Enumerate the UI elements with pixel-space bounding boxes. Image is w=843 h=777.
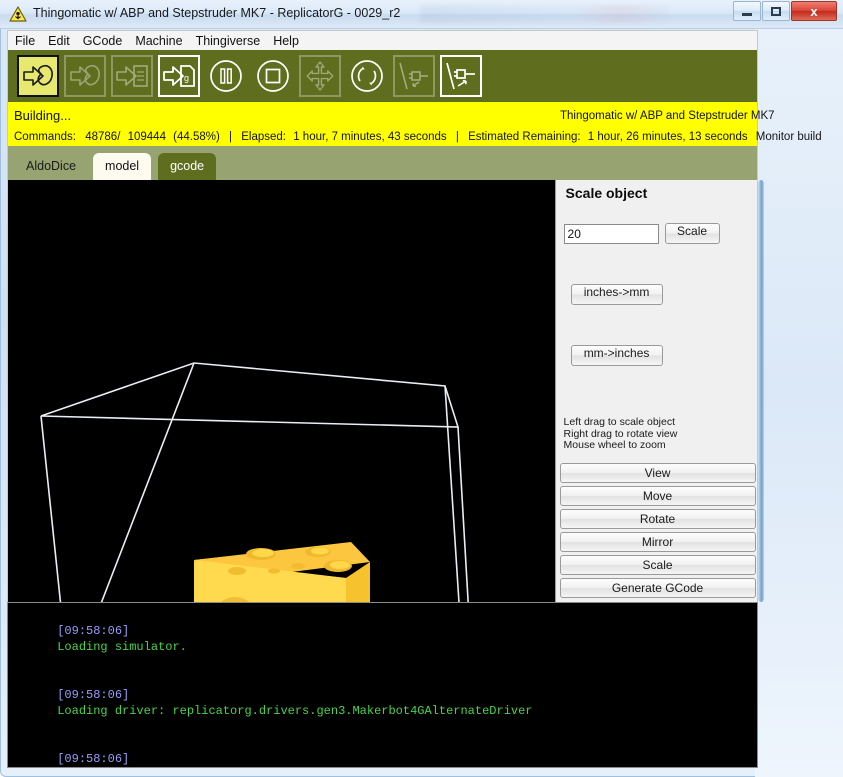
log-line: [09:58:06] Loading driver: replicatorg.d… [14, 671, 757, 735]
scale-apply-button[interactable]: Scale [664, 223, 720, 244]
elapsed-label: Elapsed: [241, 131, 287, 143]
menu-item-thingiverse[interactable]: Thingiverse [196, 33, 268, 49]
divider-1: | [229, 131, 233, 143]
arrow-into-blob-disabled-icon [69, 61, 101, 91]
circular-arrows-icon [349, 58, 385, 94]
scale-mode-button[interactable]: Scale [559, 555, 756, 575]
model-viewport[interactable] [8, 180, 555, 602]
scrollbar-thumb[interactable] [758, 180, 764, 602]
window-controls: x [733, 1, 837, 21]
arrow-into-blob-icon [22, 61, 54, 91]
menu-item-gcode[interactable]: GCode [83, 33, 130, 49]
window-title: Thingomatic w/ ABP and Stepstruder MK7 -… [33, 6, 401, 20]
log-message: Loading driver: replicatorg.drivers.gen3… [57, 704, 533, 718]
close-icon: x [810, 3, 818, 19]
log-line: [09:58:06] Building... [14, 735, 757, 767]
panel-title: Scale object [565, 185, 648, 201]
four-way-arrows-icon [303, 60, 337, 92]
scale-object-panel: Scale object Scale inches->mm mm->inches… [554, 180, 757, 602]
window-vertical-scrollbar[interactable] [758, 180, 764, 602]
mode-button-group: View Move Rotate Mirror Scale Generate G… [559, 463, 756, 601]
divider-2: | [455, 131, 459, 143]
maximize-icon [771, 6, 781, 16]
warning-triangle-icon [9, 5, 27, 23]
commands-label: Commands: [14, 131, 76, 143]
viewport-hint-text: Left drag to scale object Right drag to … [563, 416, 678, 452]
maximize-button[interactable] [762, 1, 790, 21]
rotate-mode-button[interactable]: Rotate [559, 509, 756, 529]
build-to-file-button[interactable] [64, 55, 106, 97]
move-mode-button[interactable]: Move [559, 486, 756, 506]
remaining-label: Estimated Remaining: [468, 131, 581, 143]
pause-button[interactable] [205, 55, 247, 97]
toolbar: g [7, 50, 758, 102]
jog-button[interactable] [299, 55, 341, 97]
commands-total: 109444 [127, 131, 166, 143]
stop-circle-icon [255, 58, 291, 94]
hint-line-3: Mouse wheel to zoom [563, 439, 666, 451]
hint-line-1: Left drag to scale object [563, 416, 676, 428]
commands-percent: (44.58%) [173, 131, 220, 143]
tab-gcode[interactable]: gcode [158, 153, 217, 180]
minimize-button[interactable] [733, 1, 761, 21]
build-status-label: Building... [14, 108, 72, 123]
menu-item-file[interactable]: File [15, 33, 42, 49]
build-gcode-button[interactable]: g [158, 55, 200, 97]
arrow-into-gcode-document-icon: g [163, 61, 195, 91]
tab-model[interactable]: model [93, 153, 152, 180]
connect-button[interactable] [440, 55, 482, 97]
tab-aldodice[interactable]: AldoDice [20, 153, 86, 180]
build-to-sd-button[interactable] [111, 55, 153, 97]
mm-to-inches-button[interactable]: mm->inches [570, 345, 663, 366]
log-line: [09:58:06] Loading simulator. [14, 607, 757, 671]
main-content: Scale object Scale inches->mm mm->inches… [7, 180, 758, 602]
log-message: Loading simulator. [57, 640, 187, 654]
stop-button[interactable] [252, 55, 294, 97]
inches-to-mm-button[interactable]: inches->mm [570, 284, 663, 305]
arrow-into-document-icon [116, 61, 148, 91]
log-timestamp: [09:58:06] [57, 752, 130, 766]
menu-item-help[interactable]: Help [273, 33, 306, 49]
titlebar-background-blur [420, 5, 670, 23]
commands-current: 48786 [85, 131, 118, 143]
elapsed-value: 1 hour, 7 minutes, 43 seconds [293, 131, 447, 143]
reset-button[interactable] [346, 55, 388, 97]
title-bar: Thingomatic w/ ABP and Stepstruder MK7 -… [0, 0, 843, 29]
plug-disconnect-icon [397, 60, 431, 92]
menu-bar: File Edit GCode Machine Thingiverse Help [7, 30, 758, 50]
svg-text:g: g [184, 73, 189, 83]
log-timestamp: [09:58:06] [57, 624, 130, 638]
plug-connect-icon [444, 60, 478, 92]
pause-circle-icon [208, 58, 244, 94]
view-mode-button[interactable]: View [559, 463, 756, 483]
close-button[interactable]: x [791, 1, 837, 21]
minimize-icon [742, 12, 752, 16]
mirror-mode-button[interactable]: Mirror [559, 532, 756, 552]
log-timestamp: [09:58:06] [57, 688, 130, 702]
disconnect-button[interactable] [393, 55, 435, 97]
menu-item-machine[interactable]: Machine [135, 33, 189, 49]
build-progress-line: Commands: 48786/ 109444 (44.58%) | Elaps… [14, 131, 822, 143]
scale-input[interactable] [563, 223, 659, 244]
menu-item-edit[interactable]: Edit [48, 33, 77, 49]
remaining-value: 1 hour, 26 minutes, 13 seconds [587, 131, 748, 143]
commands-separator: / [117, 131, 121, 143]
machine-name-label: Thingomatic w/ ABP and Stepstruder MK7 [560, 110, 775, 122]
build-to-machine-button[interactable] [17, 55, 59, 97]
generate-gcode-button[interactable]: Generate GCode [559, 578, 756, 598]
console-log[interactable]: [09:58:06] Loading simulator. [09:58:06]… [7, 602, 758, 768]
application-window: Thingomatic w/ ABP and Stepstruder MK7 -… [0, 0, 843, 777]
tab-strip: AldoDice model gcode [7, 146, 758, 180]
scale-control-row: Scale [563, 223, 720, 244]
monitor-build-link[interactable]: Monitor build [751, 131, 822, 143]
